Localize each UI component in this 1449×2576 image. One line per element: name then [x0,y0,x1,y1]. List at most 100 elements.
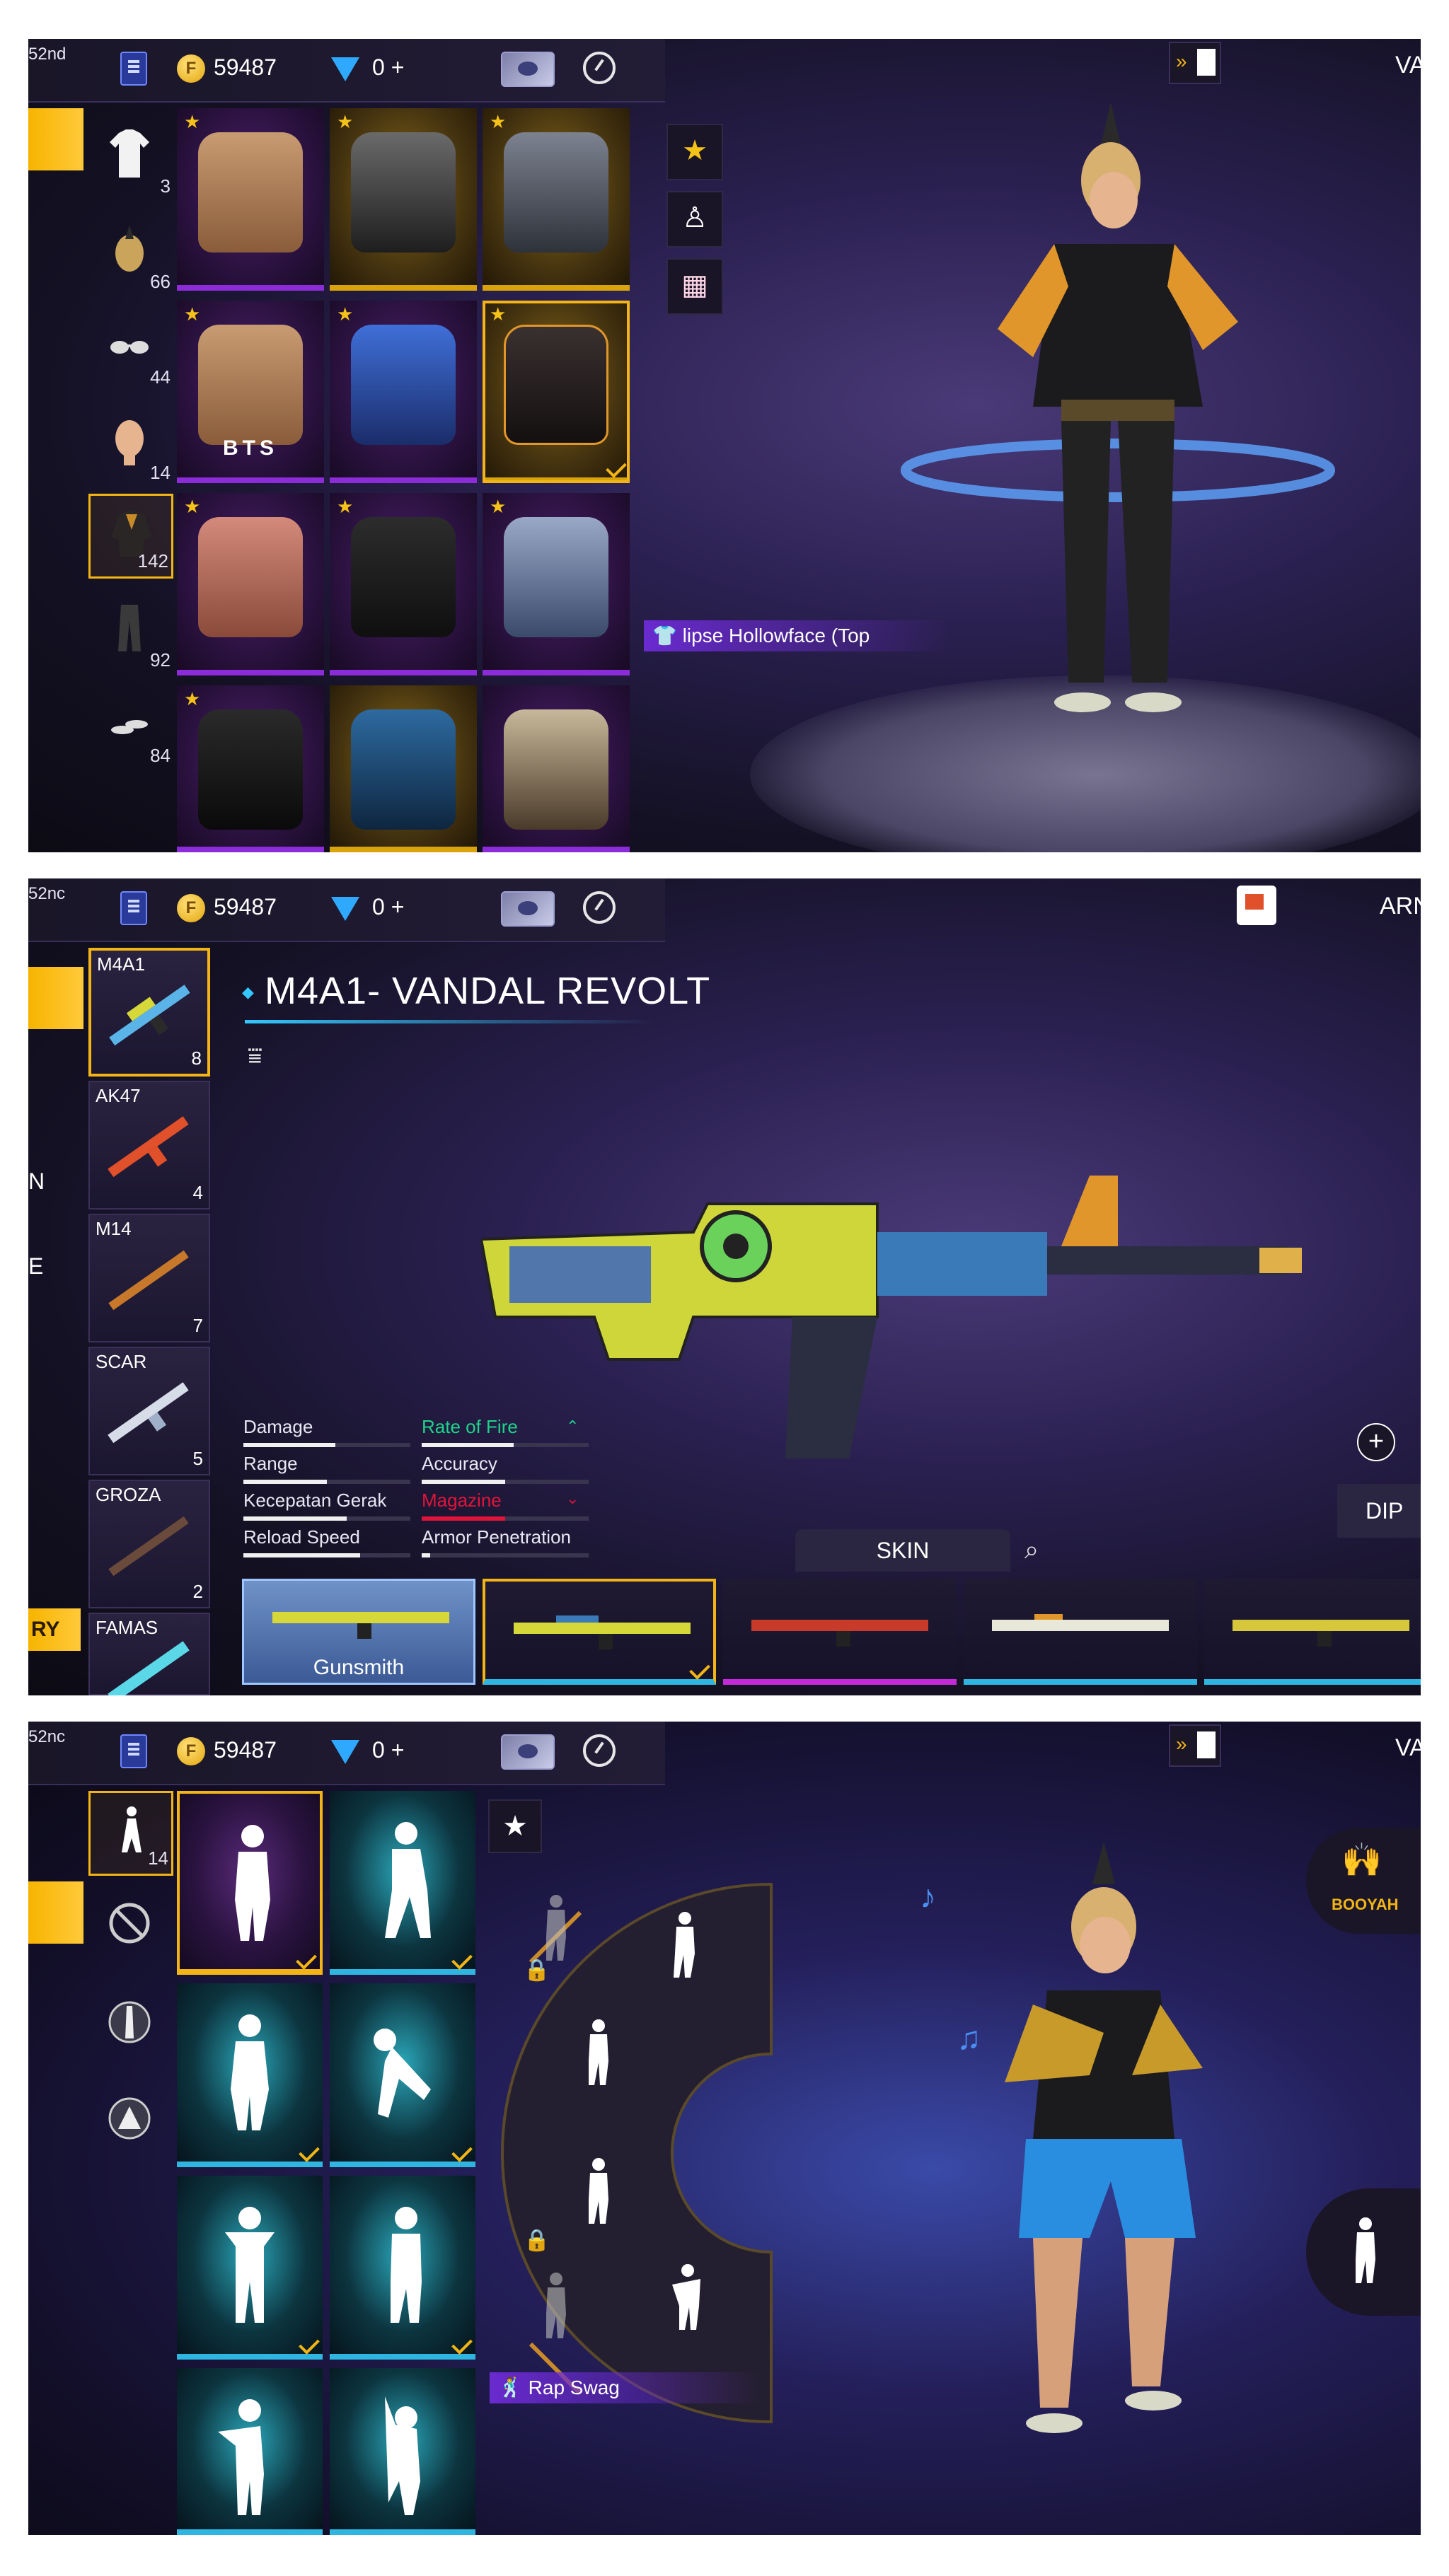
emote-tile[interactable] [177,2176,323,2360]
dancer-figure-icon [225,2207,275,2323]
weapon-scar[interactable]: SCAR 5 [88,1347,210,1475]
stat-label: Reload Speed [243,1526,360,1548]
equip-button[interactable]: DIP [1337,1484,1421,1538]
membership-card-icon[interactable] [501,891,555,927]
dancer-figure-icon [235,1825,270,1941]
item-tile[interactable]: ★ [330,108,477,291]
inspect-icon[interactable]: ⌕ [1024,1535,1039,1565]
item-tile[interactable]: ★ [177,108,324,291]
side-tab-active[interactable] [28,1881,83,1944]
equipped-check-icon [299,2141,320,2162]
stat-bar [422,1553,589,1557]
diamond-amount[interactable]: 0 + [372,894,404,920]
category-hair[interactable]: 66 [88,212,173,297]
diamond-amount[interactable]: 0 + [372,54,404,81]
skin-tile[interactable] [1204,1579,1421,1685]
speedometer-icon[interactable] [583,891,616,924]
title-bullet-icon: ◆ [242,983,254,1001]
category-top[interactable]: 142 [88,494,173,579]
category-shirt[interactable]: 3 [88,117,173,202]
favorite-button[interactable]: ★ [488,1799,542,1853]
category-pants[interactable]: 92 [88,591,173,675]
layers-icon[interactable]: ⩸ [248,1043,262,1070]
add-icon[interactable]: + [1357,1423,1395,1461]
rifle-icon [108,1382,189,1444]
category-face[interactable]: 14 [88,403,173,488]
weapon-ak47[interactable]: AK47 4 [88,1081,210,1209]
gunsmith-tile[interactable]: Gunsmith [242,1579,475,1685]
category-shoes[interactable]: 84 [88,686,173,771]
category-glasses[interactable]: 44 [88,308,173,393]
speedometer-icon[interactable] [583,1734,616,1767]
item-tile[interactable] [330,685,477,852]
side-letter: N [28,1168,45,1194]
speedometer-icon[interactable] [583,52,616,84]
star-icon: ★ [184,496,201,517]
side-tab-gallery[interactable]: RY [28,1608,81,1651]
wheel-slot-emote[interactable] [582,2157,614,2225]
weapon-m4a1[interactable]: M4A1 8 [88,948,210,1077]
character-switch-button[interactable]: » [1169,1724,1221,1767]
skin-tile[interactable] [964,1579,1197,1685]
wheel-slot-locked [546,1895,566,1961]
rifle-icon [108,1250,189,1311]
wheel-slot-emote[interactable] [666,1911,699,1979]
emote-tile-selected[interactable] [177,1791,323,1975]
tab-skin[interactable]: SKIN [795,1529,1010,1572]
item-tile[interactable]: ★ [177,685,324,852]
category-pose[interactable] [88,1985,173,2070]
weapon-m14[interactable]: M14 7 [88,1214,210,1342]
wheel-slot-right[interactable] [1306,2188,1421,2316]
item-tile[interactable]: ★ [330,493,477,675]
side-tab-active[interactable] [28,967,83,1029]
star-icon: ★ [490,303,507,325]
booyah-slot[interactable]: 🙌 BOOYAH [1306,1828,1421,1934]
pose-icon [108,2001,151,2043]
category-emotes[interactable]: 14 [88,1791,173,1876]
favorite-button[interactable]: ★ [666,124,723,180]
dancer-icon [122,1806,142,1852]
item-tile[interactable] [483,685,630,852]
dancer-figure-icon [231,2014,269,2130]
gallery-icon[interactable] [1237,886,1276,925]
side-tab-active[interactable] [28,108,83,170]
gold-amount: 59487 [214,54,277,80]
emote-tile[interactable] [330,2368,475,2535]
emote-tile[interactable] [330,1983,475,2167]
dancer-figure-icon [391,2207,422,2323]
item-tile[interactable]: ★ [483,493,630,675]
action-icon [108,2097,151,2140]
music-note-icon: ♪ [920,1878,936,1915]
star-icon: ★ [502,1811,528,1842]
item-tile[interactable]: ★ [177,493,324,675]
membership-card-icon[interactable] [501,52,555,87]
item-tile[interactable]: ★ [483,108,630,291]
weapon-groza[interactable]: GROZA 2 [88,1480,210,1608]
wardrobe-button[interactable]: ▦ [666,258,723,315]
item-tile[interactable]: ★ [330,301,477,483]
weapon-famas[interactable]: FAMAS [88,1613,210,1695]
armor-top-image [504,132,608,253]
rank-badge-icon[interactable] [120,891,147,925]
skin-tile[interactable] [723,1579,957,1685]
wheel-slot-emote[interactable] [582,2019,614,2087]
category-no-emote[interactable] [88,1886,173,1971]
outfit-button[interactable]: ♙ [666,191,723,248]
emote-tile[interactable] [330,2176,475,2360]
emote-tile[interactable] [177,1983,323,2167]
red-torso-image [198,517,303,637]
item-tile-selected[interactable]: ★ [483,301,630,483]
character-switch-button[interactable]: » [1169,42,1221,84]
emote-tile[interactable] [177,2368,323,2535]
skin-tile-selected[interactable] [483,1579,716,1685]
right-cut-label: VA [1395,1734,1421,1761]
wheel-slot-emote[interactable] [672,2263,705,2331]
emote-tile[interactable] [330,1791,475,1975]
diamond-amount[interactable]: 0 + [372,1737,404,1763]
rank-label: 52nc [28,1727,66,1746]
item-tile[interactable]: ★ BTS [177,301,324,483]
rank-badge-icon[interactable] [120,1734,147,1768]
category-action[interactable] [88,2081,173,2166]
rank-badge-icon[interactable] [120,52,147,86]
membership-card-icon[interactable] [501,1734,555,1770]
